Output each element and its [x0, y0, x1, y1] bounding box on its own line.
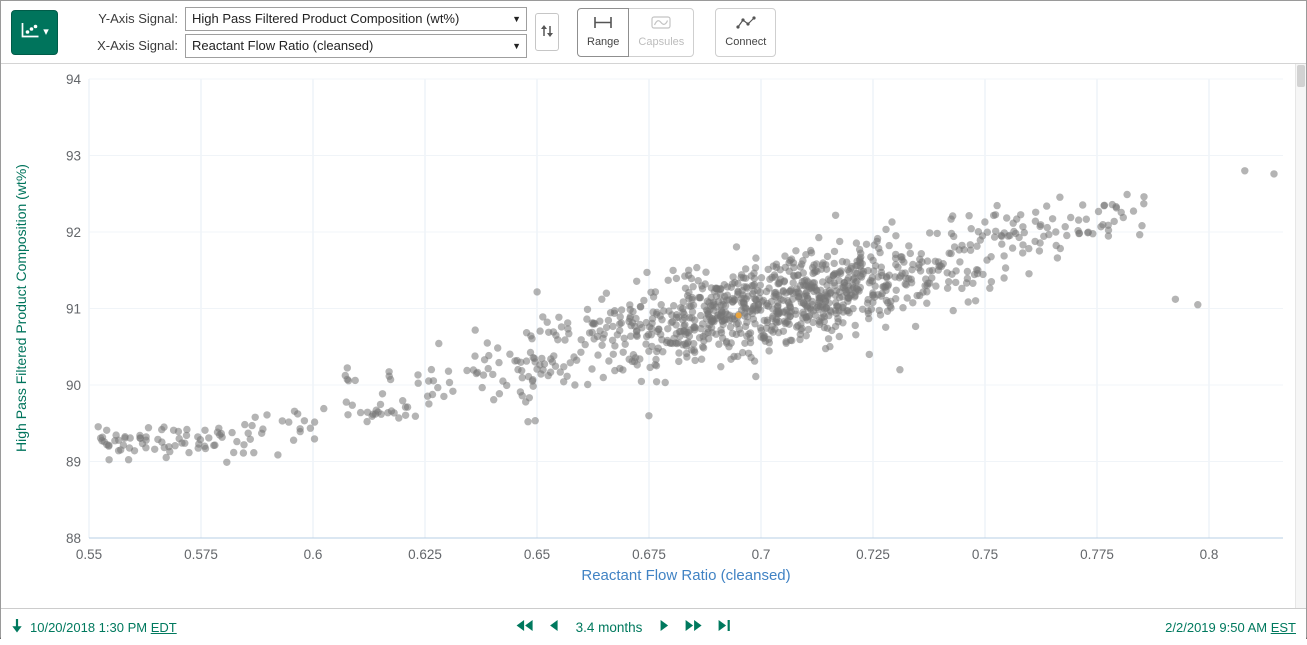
- scatter-plot[interactable]: 88 89 90 91 92 93 94 0.55 0.575 0.6 0.625 0.65 0.675…: [1, 64, 1307, 603]
- vertical-scrollbar[interactable]: [1295, 64, 1306, 608]
- start-timezone-link[interactable]: EDT: [151, 620, 177, 635]
- y-tick-labels: 88 89 90 91 92 93 94: [66, 72, 82, 546]
- svg-text:0.725: 0.725: [856, 547, 890, 562]
- svg-text:0.7: 0.7: [752, 547, 771, 562]
- range-button[interactable]: Range: [577, 8, 629, 57]
- capsules-button[interactable]: Capsules: [628, 8, 694, 57]
- scrollbar-thumb[interactable]: [1297, 65, 1305, 87]
- double-right-arrow-icon: [684, 619, 702, 635]
- step-back-button[interactable]: [549, 619, 559, 635]
- range-start-datetime[interactable]: 10/20/2018 1:30 PM EDT: [30, 620, 177, 635]
- range-capsules-group: Range Capsules: [577, 8, 694, 57]
- range-duration[interactable]: 3.4 months: [576, 620, 643, 635]
- connect-group: Connect: [715, 8, 776, 57]
- right-arrow-icon: [659, 619, 669, 635]
- axis-signal-controls: Y-Axis Signal: High Pass Filtered Produc…: [82, 7, 527, 58]
- svg-text:0.75: 0.75: [972, 547, 998, 562]
- step-to-now-button[interactable]: [717, 619, 730, 635]
- range-icon: [593, 16, 613, 32]
- svg-text:0.6: 0.6: [304, 547, 323, 562]
- svg-text:94: 94: [66, 72, 82, 87]
- y-axis-signal-select[interactable]: High Pass Filtered Product Composition (…: [185, 7, 527, 31]
- double-left-arrow-icon: [516, 619, 534, 635]
- down-arrow-icon: [11, 618, 23, 636]
- scatter-plot-area: 88 89 90 91 92 93 94 0.55 0.575 0.6 0.625 0.65 0.675…: [1, 64, 1306, 608]
- svg-text:0.65: 0.65: [524, 547, 550, 562]
- svg-text:90: 90: [66, 378, 81, 393]
- y-axis-title: High Pass Filtered Product Composition (…: [13, 164, 29, 452]
- connect-icon: [736, 16, 756, 32]
- y-axis-signal-label: Y-Axis Signal:: [82, 11, 178, 26]
- swap-axes-icon: [539, 24, 555, 41]
- chart-type-button[interactable]: ▾: [11, 10, 58, 55]
- svg-text:0.675: 0.675: [632, 547, 666, 562]
- end-timezone-link[interactable]: EST: [1271, 620, 1296, 635]
- range-button-label: Range: [587, 36, 619, 48]
- x-axis-signal-select[interactable]: Reactant Flow Ratio (cleansed) ▼: [185, 34, 527, 58]
- connect-button[interactable]: Connect: [715, 8, 776, 57]
- range-end[interactable]: 2/2/2019 9:50 AM EST: [1165, 620, 1296, 635]
- capsules-icon: [651, 16, 671, 32]
- toolbar: ▾ Y-Axis Signal: High Pass Filtered Prod…: [1, 1, 1306, 64]
- capsules-button-label: Capsules: [638, 36, 684, 48]
- footer-bar: 10/20/2018 1:30 PM EDT 3.4 months: [1, 608, 1306, 645]
- start-datetime-text: 10/20/2018 1:30 PM: [30, 620, 147, 635]
- application-window: ▾ Y-Axis Signal: High Pass Filtered Prod…: [0, 0, 1307, 639]
- range-start[interactable]: 10/20/2018 1:30 PM EDT: [11, 618, 177, 636]
- svg-text:0.575: 0.575: [184, 547, 218, 562]
- x-axis-signal-label: X-Axis Signal:: [82, 38, 178, 53]
- svg-text:0.775: 0.775: [1080, 547, 1114, 562]
- svg-text:91: 91: [66, 302, 81, 317]
- x-axis-title: Reactant Flow Ratio (cleansed): [89, 567, 1283, 584]
- step-forward-full-button[interactable]: [684, 619, 702, 635]
- step-forward-button[interactable]: [659, 619, 669, 635]
- x-tick-labels: 0.55 0.575 0.6 0.625 0.65 0.675 0.7 0.725 0.75 0.…: [76, 547, 1219, 562]
- time-step-controls: 3.4 months: [516, 619, 731, 635]
- highlight-point: [736, 312, 742, 318]
- svg-text:0.625: 0.625: [408, 547, 442, 562]
- scatter-chart-icon: [20, 22, 40, 42]
- connect-button-label: Connect: [725, 36, 766, 48]
- swap-axes-button[interactable]: [535, 13, 559, 51]
- svg-text:92: 92: [66, 225, 81, 240]
- right-arrow-bar-icon: [717, 619, 730, 635]
- x-axis-row: X-Axis Signal: Reactant Flow Ratio (clea…: [82, 34, 527, 58]
- end-datetime-text: 2/2/2019 9:50 AM: [1165, 620, 1267, 635]
- svg-text:88: 88: [66, 531, 81, 546]
- svg-text:0.55: 0.55: [76, 547, 102, 562]
- y-axis-row: Y-Axis Signal: High Pass Filtered Produc…: [82, 7, 527, 31]
- left-arrow-icon: [549, 619, 559, 635]
- svg-text:0.8: 0.8: [1200, 547, 1219, 562]
- step-back-full-button[interactable]: [516, 619, 534, 635]
- svg-text:89: 89: [66, 455, 81, 470]
- scatter-points: [95, 167, 1278, 466]
- svg-text:93: 93: [66, 149, 81, 164]
- chevron-down-icon: ▾: [43, 27, 49, 38]
